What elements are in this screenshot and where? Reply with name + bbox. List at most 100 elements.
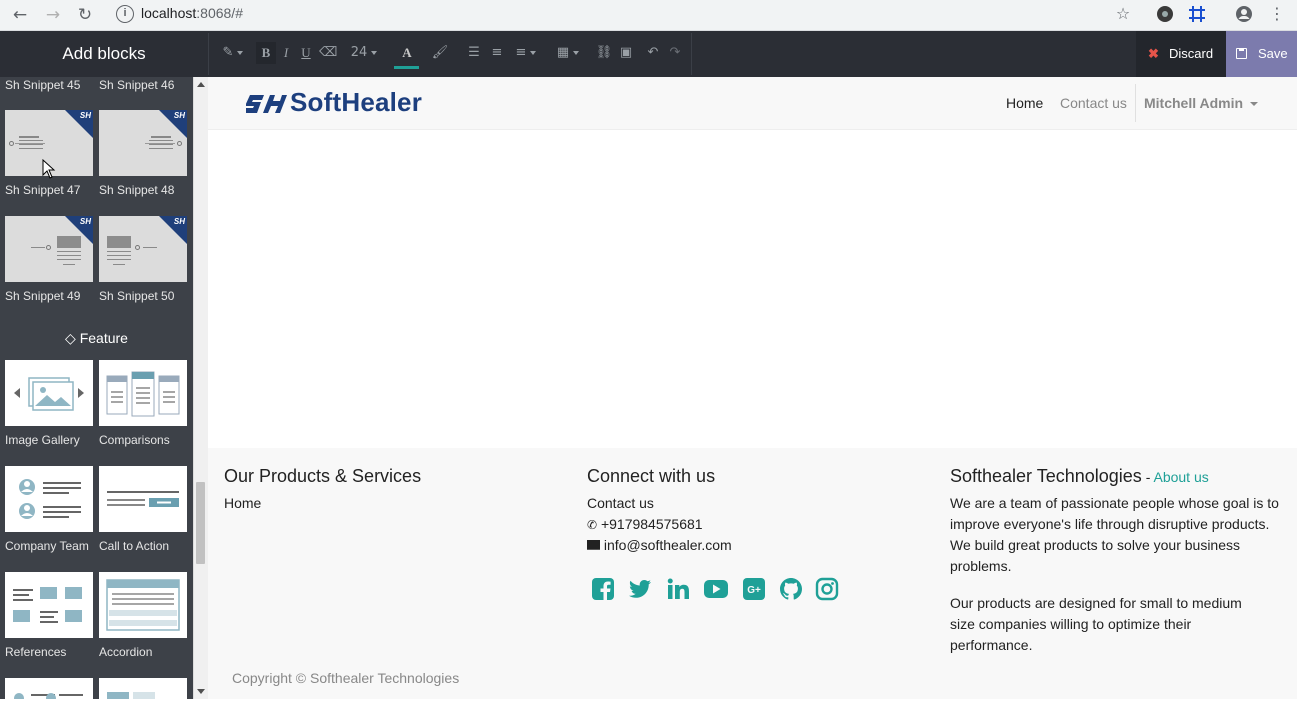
snippet-sh-50[interactable]: SH Sh Snippet 50 [99, 216, 187, 306]
snippet-label: Sh Snippet 49 [5, 289, 81, 303]
grid-extension-icon[interactable] [1186, 3, 1208, 25]
facebook-icon[interactable] [591, 577, 615, 601]
footer-phone: ✆ +917984575681 [587, 516, 703, 532]
block-comparisons[interactable]: Comparisons [99, 360, 187, 450]
nav-home[interactable]: Home [1006, 94, 1043, 112]
browser-toolbar: ← → ↻ i localhost:8068/# ☆ ⋮ [0, 0, 1297, 31]
discard-button[interactable]: ✖ Discard [1136, 31, 1226, 77]
redo-icon[interactable]: ↷ [666, 42, 684, 64]
diamond-icon: ◇ [65, 331, 76, 347]
footer-about-paragraph: We are a team of passionate people whose… [950, 495, 1279, 574]
nav-divider [1135, 84, 1136, 122]
snippet-sh-47[interactable]: SH Sh Snippet 47 [5, 110, 93, 200]
nav-contact-us[interactable]: Contact us [1060, 94, 1127, 112]
snippet-label: Sh Snippet 50 [99, 289, 175, 303]
image-icon[interactable]: ▣ [617, 42, 635, 64]
comparisons-thumbnail [99, 360, 187, 426]
snippet-thumbnail: SH [99, 216, 187, 282]
snippet-thumbnail: SH [99, 110, 187, 176]
snippet-label: Sh Snippet 45 [5, 78, 81, 92]
softhealer-logo-icon[interactable] [246, 89, 290, 117]
snippet-thumbnail: SH [5, 216, 93, 282]
link-icon[interactable]: ⛓ [594, 42, 614, 64]
footer-contact-link[interactable]: Contact us [587, 493, 654, 514]
block-label: Call to Action [99, 539, 170, 553]
block-next-partial[interactable] [5, 678, 93, 703]
sidebar-scrollbar[interactable] [193, 77, 208, 699]
instagram-icon[interactable] [815, 577, 839, 601]
font-color-indicator [394, 66, 419, 69]
footer-about-link[interactable]: About us [1153, 469, 1208, 485]
floppy-disk-icon [1236, 48, 1247, 59]
block-references[interactable]: References [5, 572, 93, 662]
svg-text:G+: G+ [747, 585, 761, 596]
browser-menu-icon[interactable]: ⋮ [1266, 3, 1288, 25]
snippet-sh-48[interactable]: SH Sh Snippet 48 [99, 110, 187, 200]
snippet-label: Sh Snippet 48 [99, 183, 175, 197]
block-label: Accordion [99, 645, 153, 659]
snippet-sh-49[interactable]: SH Sh Snippet 49 [5, 216, 93, 306]
bold-icon[interactable]: B [256, 42, 276, 64]
youtube-icon[interactable] [703, 577, 729, 601]
google-plus-icon[interactable]: G+ [742, 577, 766, 601]
footer-connect-title: Connect with us [587, 466, 716, 486]
twitter-icon[interactable] [628, 577, 652, 601]
block-label: Company Team [5, 539, 89, 553]
save-button[interactable]: Save [1226, 31, 1297, 77]
block-accordion[interactable]: Accordion [99, 572, 187, 662]
account-icon[interactable] [1233, 3, 1255, 25]
font-color-icon[interactable]: A [397, 42, 417, 64]
address-bar[interactable]: localhost:8068/# [141, 4, 243, 22]
block-label: Comparisons [99, 433, 170, 447]
linkedin-icon[interactable] [666, 577, 690, 601]
reload-icon[interactable]: ↻ [73, 3, 97, 27]
block-image-gallery[interactable]: Image Gallery [5, 360, 93, 450]
add-blocks-title: Add blocks [62, 44, 146, 63]
block-company-team[interactable]: Company Team [5, 466, 93, 556]
italic-icon[interactable]: I [278, 42, 294, 64]
toolbar-divider [208, 33, 209, 75]
site-logo-text[interactable]: SoftHealer [290, 86, 422, 118]
align-icon[interactable]: ≡ [511, 42, 541, 64]
undo-icon[interactable]: ↶ [644, 42, 662, 64]
company-team-thumbnail [5, 466, 93, 532]
references-thumbnail [5, 572, 93, 638]
github-icon[interactable] [779, 577, 803, 601]
footer-company-title: Softhealer Technologies - About us [950, 466, 1209, 486]
footer-products-title: Our Products & Services [224, 466, 422, 486]
block-call-to-action[interactable]: Call to Action [99, 466, 187, 556]
forward-arrow-icon[interactable]: → [41, 3, 65, 27]
feature-category-heading: ◇ Feature [65, 330, 128, 347]
bookmark-star-icon[interactable]: ☆ [1112, 3, 1134, 25]
footer-email: info@softhealer.com [587, 535, 732, 556]
back-arrow-icon[interactable]: ← [8, 3, 32, 27]
ordered-list-icon[interactable]: ≡ [487, 42, 507, 64]
block-label: Image Gallery [5, 433, 80, 447]
envelope-icon [587, 539, 600, 550]
scroll-up-arrow-icon[interactable] [197, 82, 205, 87]
extension-icon[interactable] [1154, 3, 1176, 25]
mouse-cursor-icon [42, 159, 56, 179]
user-menu-dropdown[interactable]: Mitchell Admin [1144, 94, 1258, 112]
scrollbar-thumb[interactable] [196, 482, 205, 564]
magic-style-icon[interactable]: ✎ [220, 42, 246, 64]
footer-home-link[interactable]: Home [224, 493, 261, 514]
scroll-down-arrow-icon[interactable] [197, 689, 205, 694]
font-size-select[interactable]: 24 [346, 42, 382, 64]
underline-icon[interactable]: U [297, 42, 315, 64]
block-label: References [5, 645, 67, 659]
eraser-icon[interactable]: ⌫ [319, 42, 337, 64]
snippet-label: Sh Snippet 47 [5, 183, 81, 197]
snippet-label: Sh Snippet 46 [99, 78, 175, 92]
unordered-list-icon[interactable]: ☰ [464, 42, 484, 64]
footer-products-paragraph: Our products are designed for small to m… [950, 595, 1242, 653]
site-info-icon[interactable]: i [116, 5, 134, 23]
close-icon: ✖ [1148, 46, 1159, 61]
phone-icon: ✆ [587, 518, 598, 532]
block-next-partial[interactable] [99, 678, 187, 699]
table-icon[interactable]: ▦ [553, 42, 583, 64]
toolbar-divider [691, 33, 692, 75]
accordion-thumbnail [99, 572, 187, 638]
copyright-text: Copyright © Softhealer Technologies [232, 670, 460, 686]
paint-brush-icon[interactable]: 🖌 [430, 42, 450, 64]
